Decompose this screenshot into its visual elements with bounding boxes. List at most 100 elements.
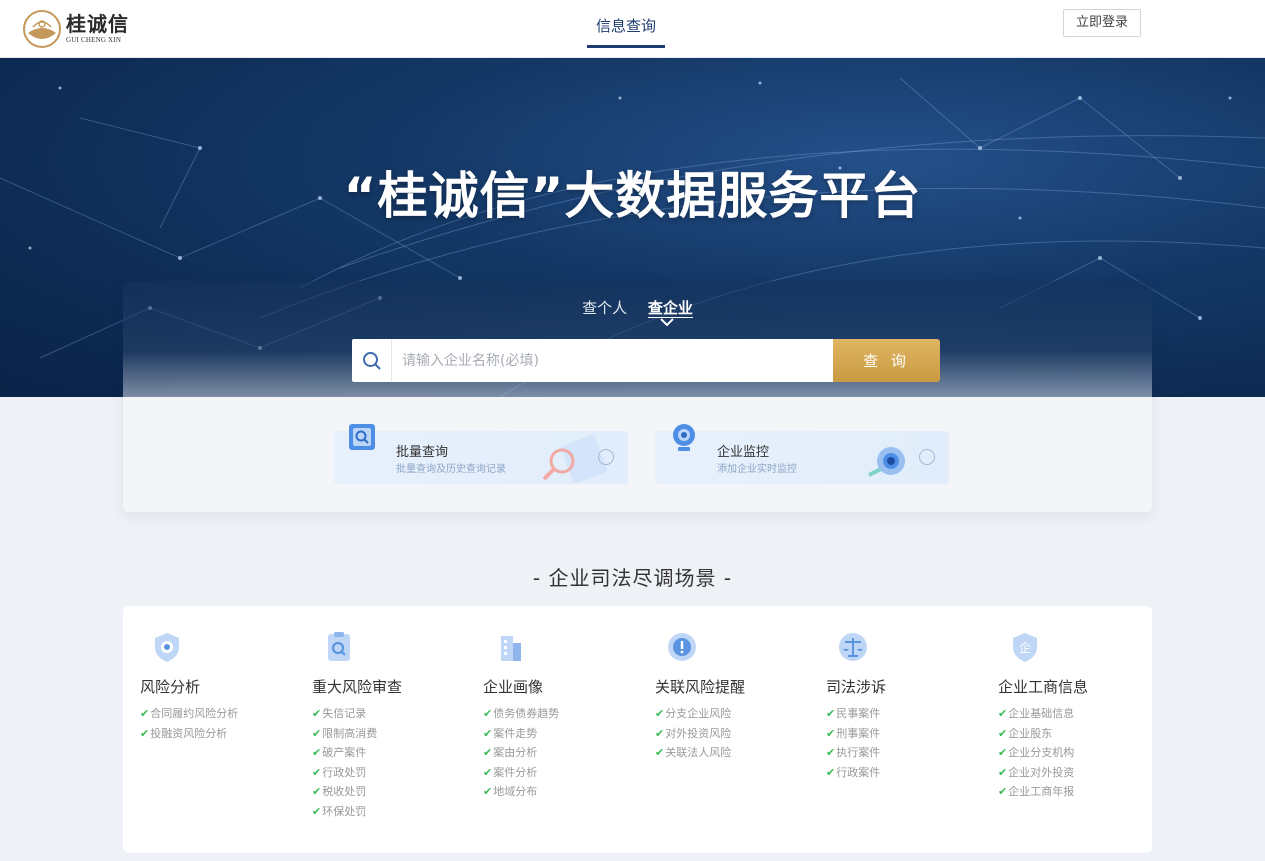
check-icon: ✔: [826, 746, 836, 760]
tab-company[interactable]: 查企业: [648, 299, 693, 317]
list-item[interactable]: ✔案由分析: [483, 743, 559, 763]
banner-title: “桂诚信”大数据服务平台: [343, 167, 922, 225]
scene-list: ✔债务债券趋势 ✔案件走势 ✔案由分析 ✔案件分析 ✔地域分布: [483, 704, 559, 802]
check-icon: ✔: [998, 765, 1008, 779]
check-icon: ✔: [998, 746, 1008, 760]
arrow-right-icon: [919, 449, 935, 465]
clipboard-search-icon: [328, 632, 350, 661]
list-item[interactable]: ✔破产案件: [312, 743, 377, 763]
list-item[interactable]: ✔案件走势: [483, 724, 559, 744]
batch-query-subtitle: 批量查询及历史查询记录: [396, 464, 506, 475]
list-item[interactable]: ✔企业对外投资: [998, 763, 1074, 783]
list-item[interactable]: ✔投融资风险分析: [140, 724, 238, 744]
check-icon: ✔: [483, 746, 493, 760]
search-panel: 查个人 查企业 查 询 批量查询 批量查询及历史查询记录: [123, 281, 1152, 512]
camera-illustration-icon: [868, 447, 905, 477]
login-button[interactable]: 立即登录: [1063, 9, 1141, 37]
check-icon: ✔: [483, 785, 493, 799]
list-item[interactable]: ✔行政处罚: [312, 763, 377, 783]
check-icon: ✔: [655, 707, 665, 720]
check-icon: ✔: [312, 746, 322, 760]
list-item[interactable]: ✔案件分析: [483, 763, 559, 783]
check-icon: ✔: [998, 785, 1008, 799]
check-icon: ✔: [312, 765, 322, 779]
list-item[interactable]: ✔限制高消费: [312, 724, 377, 744]
magnifier-illustration-icon: [542, 435, 607, 483]
scene-title: 企业画像: [483, 678, 544, 696]
enterprise-shield-icon: 企: [1013, 633, 1037, 662]
tab-person[interactable]: 查个人: [582, 299, 627, 317]
scene-list: ✔分支企业风险 ✔对外投资风险 ✔关联法人风险: [655, 704, 731, 763]
arrow-right-icon: [598, 449, 614, 465]
alert-icon: [668, 633, 696, 661]
list-item[interactable]: ✔债务债券趋势: [483, 704, 559, 724]
search-icon: [352, 339, 392, 382]
list-item[interactable]: ✔民事案件: [826, 704, 880, 724]
check-icon: ✔: [826, 765, 836, 779]
logo-subtext: GUI CHENG XIN: [66, 36, 122, 44]
list-item[interactable]: ✔环保处罚: [312, 802, 377, 822]
check-icon: ✔: [998, 726, 1008, 740]
camera-monitor-icon: [673, 424, 695, 451]
list-item[interactable]: ✔合同履约风险分析: [140, 704, 238, 724]
check-icon: ✔: [483, 726, 493, 740]
check-icon: ✔: [826, 726, 836, 740]
list-item[interactable]: ✔地域分布: [483, 782, 559, 802]
chevron-down-icon: [660, 318, 674, 327]
check-icon: ✔: [312, 785, 322, 799]
check-icon: ✔: [140, 707, 150, 720]
top-header: 桂诚信 GUI CHENG XIN 信息查询 立即登录: [0, 0, 1265, 58]
list-item[interactable]: ✔企业基础信息: [998, 704, 1074, 724]
scene-list: ✔失信记录 ✔限制高消费 ✔破产案件 ✔行政处罚 ✔税收处罚 ✔环保处罚: [312, 704, 377, 822]
search-button[interactable]: 查 询: [833, 339, 940, 382]
list-item[interactable]: ✔企业分支机构: [998, 743, 1074, 763]
check-icon: ✔: [998, 707, 1008, 720]
section-title: - 企业司法尽调场景 -: [532, 566, 733, 590]
list-item[interactable]: ✔企业工商年报: [998, 782, 1074, 802]
list-item[interactable]: ✔对外投资风险: [655, 724, 731, 744]
check-icon: ✔: [655, 746, 665, 760]
check-icon: ✔: [140, 726, 150, 740]
scales-icon: [839, 633, 867, 661]
scene-title: 风险分析: [140, 678, 201, 696]
list-item[interactable]: ✔税收处罚: [312, 782, 377, 802]
scene-title: 关联风险提醒: [655, 678, 746, 696]
list-item[interactable]: ✔执行案件: [826, 743, 880, 763]
search-mode-tabs: 查个人 查企业: [123, 297, 1152, 318]
document-search-icon: [349, 424, 375, 450]
scene-list: ✔企业基础信息 ✔企业股东 ✔企业分支机构 ✔企业对外投资 ✔企业工商年报: [998, 704, 1074, 802]
company-monitor-subtitle: 添加企业实时监控: [717, 464, 797, 475]
scenario-card: 风险分析 ✔合同履约风险分析 ✔投融资风险分析 重大风险审查 ✔失信记录 ✔限制…: [123, 606, 1152, 853]
search-panel-top: 查个人 查企业 查 询: [123, 281, 1152, 397]
list-item[interactable]: ✔刑事案件: [826, 724, 880, 744]
scene-title: 重大风险审查: [312, 678, 403, 696]
shield-icon: [155, 633, 179, 662]
check-icon: ✔: [826, 707, 836, 720]
list-item[interactable]: ✔分支企业风险: [655, 704, 731, 724]
search-input[interactable]: [392, 339, 833, 382]
company-monitor-title: 企业监控: [717, 445, 770, 460]
list-item[interactable]: ✔失信记录: [312, 704, 377, 724]
scene-title: 司法涉诉: [826, 678, 887, 696]
list-item[interactable]: ✔关联法人风险: [655, 743, 731, 763]
search-panel-bottom: [123, 397, 1152, 512]
scene-title: 企业工商信息: [998, 678, 1089, 696]
building-icon: [501, 636, 521, 661]
svg-text:企: 企: [1019, 640, 1031, 655]
search-box: [352, 339, 834, 382]
company-monitor-card[interactable]: 企业监控 添加企业实时监控: [655, 424, 949, 484]
logo-text: 桂诚信: [66, 12, 129, 36]
list-item[interactable]: ✔企业股东: [998, 724, 1074, 744]
batch-query-title: 批量查询: [396, 445, 449, 460]
check-icon: ✔: [483, 707, 493, 720]
nav-tab-info-query[interactable]: 信息查询: [587, 0, 665, 58]
list-item[interactable]: ✔行政案件: [826, 763, 880, 783]
batch-query-card[interactable]: 批量查询 批量查询及历史查询记录: [334, 424, 628, 484]
check-icon: ✔: [312, 726, 322, 740]
check-icon: ✔: [655, 726, 665, 740]
check-icon: ✔: [483, 765, 493, 779]
logo[interactable]: 桂诚信 GUI CHENG XIN: [22, 9, 129, 49]
scene-list: ✔民事案件 ✔刑事案件 ✔执行案件 ✔行政案件: [826, 704, 880, 782]
scene-list: ✔合同履约风险分析 ✔投融资风险分析: [140, 704, 238, 743]
check-icon: ✔: [312, 804, 322, 818]
